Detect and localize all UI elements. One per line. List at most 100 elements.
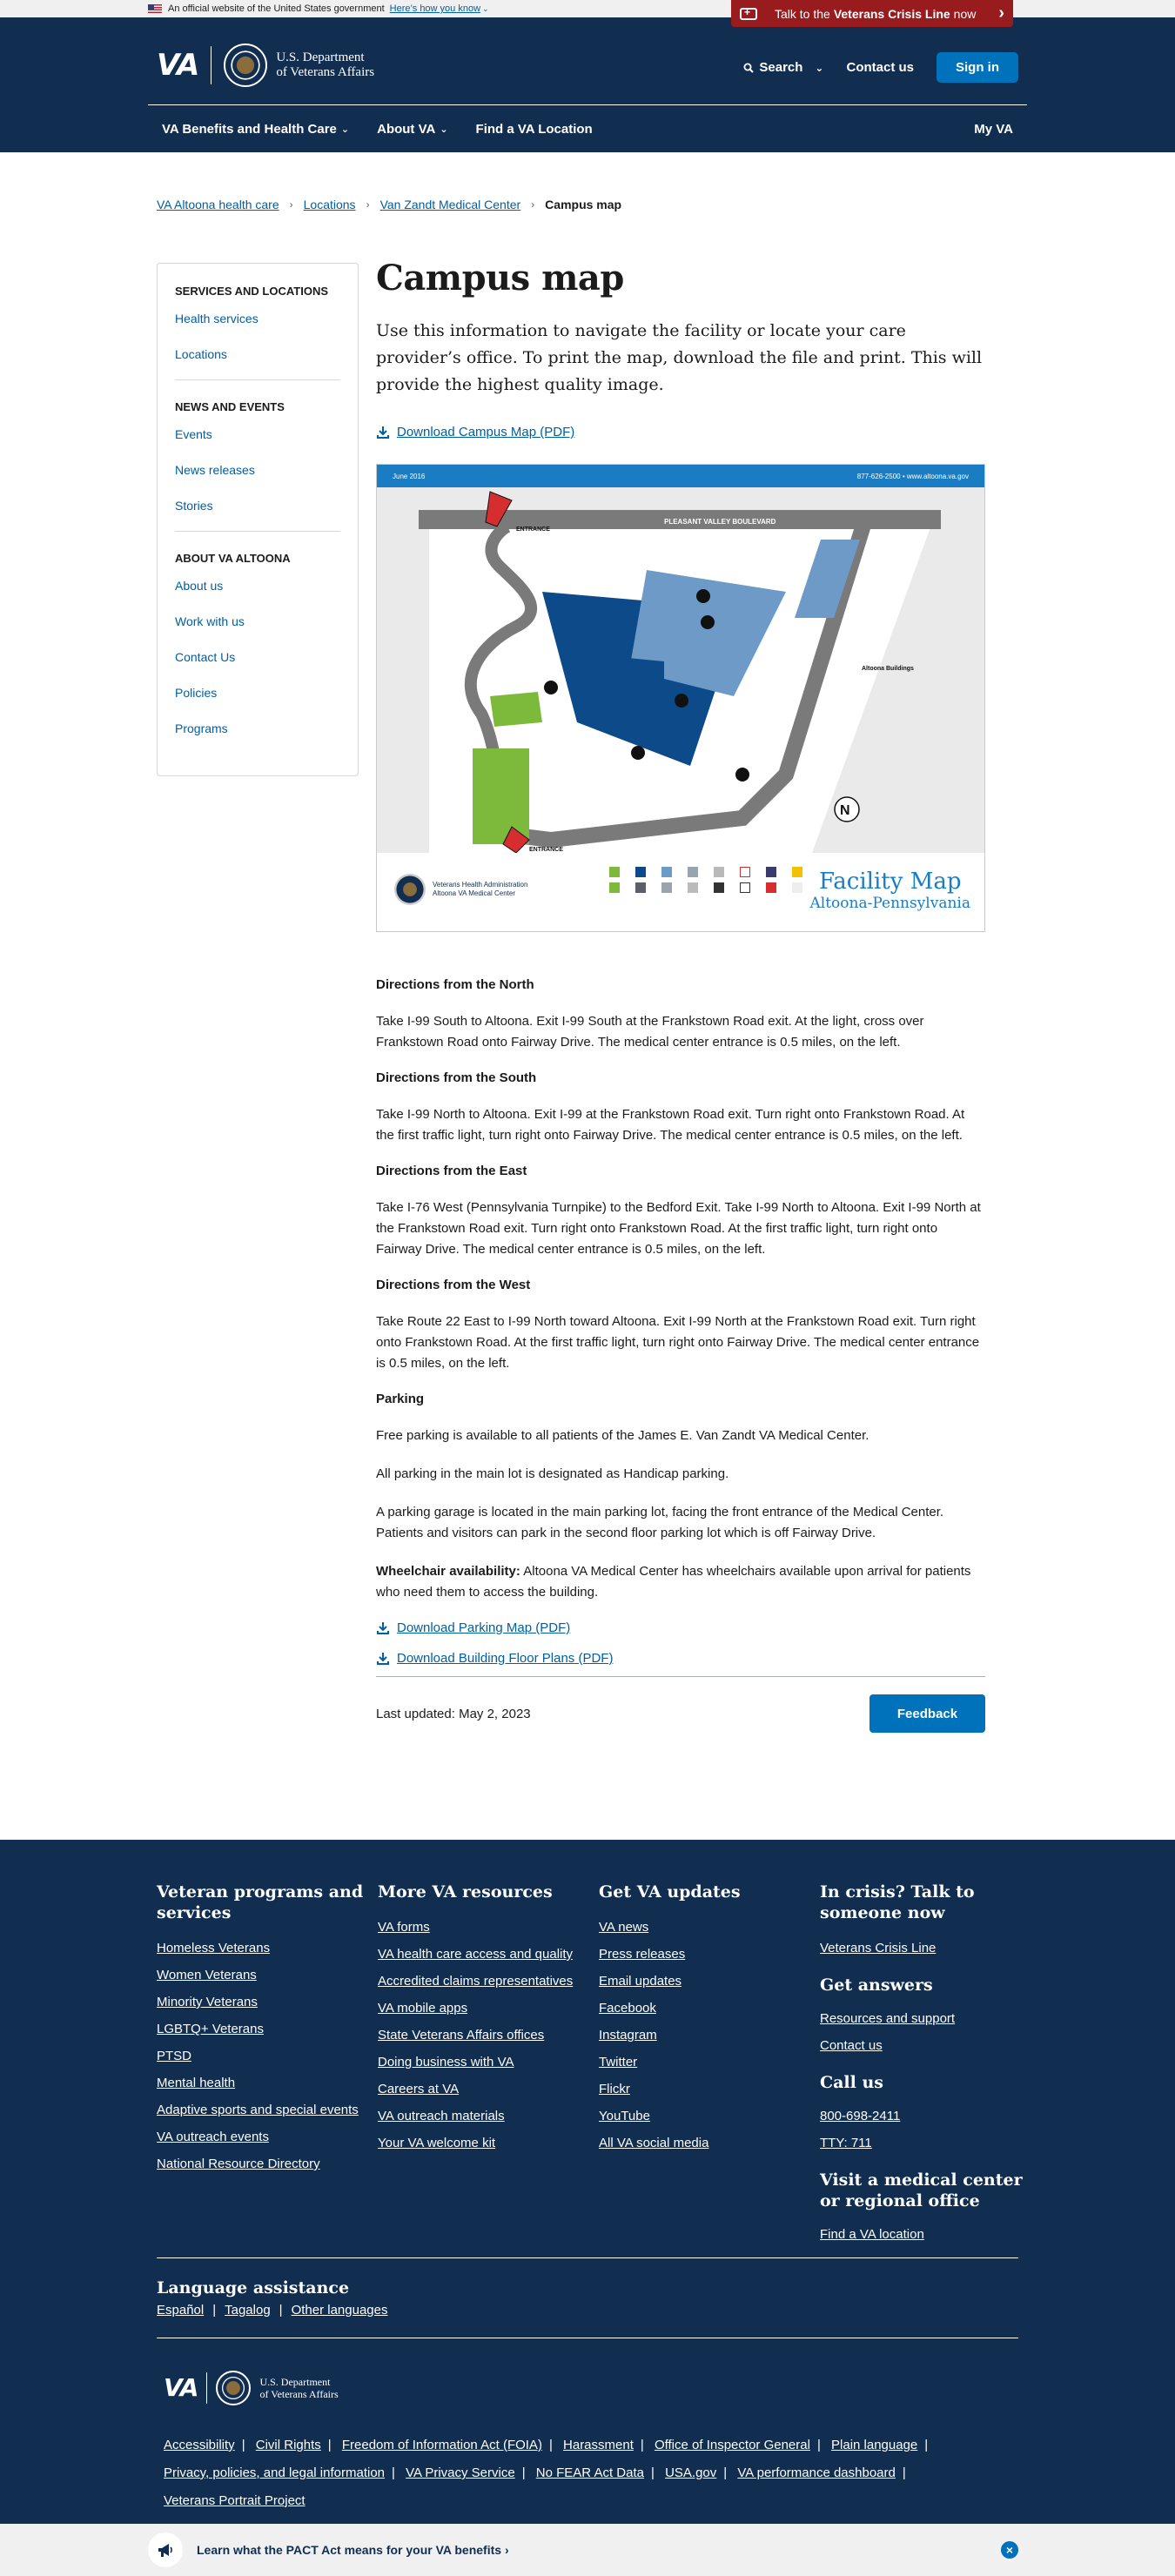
footer-link[interactable]: VA forms [378,1920,587,1935]
sidebar-item-about-us[interactable]: About us [175,579,340,593]
close-icon[interactable]: × [1001,2541,1018,2559]
footer-link[interactable]: Find a VA location [820,2227,1029,2242]
directions-south-heading: Directions from the South [376,1070,537,1085]
footer-link[interactable]: Doing business with VA [378,2055,587,2070]
contact-us-link[interactable]: Contact us [846,60,914,75]
lang-link-tagalog[interactable]: Tagalog [225,2303,271,2318]
footer-link[interactable]: VA health care access and quality [378,1947,587,1962]
footer-link[interactable]: VA mobile apps [378,2001,587,2016]
sidebar-item-contact-us[interactable]: Contact Us [175,650,340,664]
footer-link[interactable]: Careers at VA [378,2082,587,2096]
sidebar-item-health-services[interactable]: Health services [175,312,340,325]
download-parking-map[interactable]: Download Parking Map (PDF) [376,1620,985,1635]
legal-link[interactable]: Freedom of Information Act (FOIA) [342,2438,542,2452]
pact-act-link[interactable]: Learn what the PACT Act means for your V… [197,2543,509,2557]
sidebar-item-work-with-us[interactable]: Work with us [175,614,340,628]
footer-col-programs: Veteran programs and services Homeless V… [157,1882,366,2184]
footer-col-crisis: In crisis? Talk to someone now Veterans … [820,1882,1029,2254]
footer-link[interactable]: All VA social media [599,2136,808,2150]
legal-link[interactable]: Plain language [831,2438,917,2452]
parking-text-1: Free parking is available to all patient… [376,1428,870,1443]
crisis-post: now [953,6,977,21]
download-campus-map-link[interactable]: Download Campus Map (PDF) [397,425,574,439]
nav-about-va[interactable]: About VA ⌄ [363,122,461,137]
footer-link[interactable]: Homeless Veterans [157,1941,366,1955]
footer-link[interactable]: Accredited claims representatives [378,1974,587,1989]
footer-link[interactable]: Minority Veterans [157,1995,366,2009]
legal-link[interactable]: Office of Inspector General [655,2438,810,2452]
sign-in-button[interactable]: Sign in [937,52,1018,83]
download-parking-map-link[interactable]: Download Parking Map (PDF) [397,1620,570,1635]
legal-link[interactable]: Privacy, policies, and legal information [164,2465,385,2480]
footer-link[interactable]: Adaptive sports and special events [157,2103,366,2117]
veterans-crisis-line-button[interactable]: Talk to the Veterans Crisis Line now › [731,0,1013,27]
footer-link[interactable]: Resources and support [820,2011,1029,2026]
sidebar-item-events[interactable]: Events [175,427,340,441]
download-campus-map[interactable]: Download Campus Map (PDF) [376,425,985,439]
footer-link[interactable]: Mental health [157,2076,366,2090]
crisis-pre: Talk to the [775,6,830,21]
directions-section: Directions from the North Take I-99 Sout… [376,977,985,1603]
download-floor-plans[interactable]: Download Building Floor Plans (PDF) [376,1651,985,1666]
footer-link[interactable]: LGBTQ+ Veterans [157,2022,366,2036]
footer-tty-link[interactable]: TTY: 711 [820,2136,1029,2150]
legal-link[interactable]: Civil Rights [256,2438,321,2452]
breadcrumb-altoona[interactable]: VA Altoona health care [157,198,279,211]
main-content: SERVICES AND LOCATIONS Health services L… [148,221,1027,1840]
nav-my-va[interactable]: My VA [960,122,1027,137]
footer-link[interactable]: Instagram [599,2028,808,2043]
legal-link[interactable]: Harassment [563,2438,634,2452]
footer-link[interactable]: State Veterans Affairs offices [378,2028,587,2043]
footer-link[interactable]: YouTube [599,2109,808,2123]
chevron-down-icon: ⌄ [815,61,824,74]
nav-benefits[interactable]: VA Benefits and Health Care ⌄ [148,122,363,137]
legal-link[interactable]: Accessibility [164,2438,235,2452]
footer-link[interactable]: Contact us [820,2038,1029,2053]
footer-link[interactable]: Women Veterans [157,1968,366,1982]
footer-crisis-link[interactable]: Veterans Crisis Line [820,1941,1029,1955]
footer-link[interactable]: VA outreach materials [378,2109,587,2123]
footer-link[interactable]: PTSD [157,2049,366,2063]
nav-find-location[interactable]: Find a VA Location [462,122,607,137]
footer-link[interactable]: National Resource Directory [157,2157,366,2171]
breadcrumb-locations[interactable]: Locations [304,198,356,211]
download-floor-plans-link[interactable]: Download Building Floor Plans (PDF) [397,1651,613,1666]
legal-link[interactable]: Veterans Portrait Project [164,2493,306,2508]
sidebar-item-locations[interactable]: Locations [175,347,340,361]
parking-text-3: A parking garage is located in the main … [376,1505,944,1540]
feedback-button[interactable]: Feedback [870,1694,985,1733]
facility-map-title: Facility Map Altoona-Pennsylvania [809,869,970,912]
sidebar-item-programs[interactable]: Programs [175,721,340,735]
legal-link[interactable]: VA performance dashboard [737,2465,896,2480]
sidebar-heading: NEWS AND EVENTS [175,400,285,413]
footer-link[interactable]: Your VA welcome kit [378,2136,587,2150]
footer-link[interactable]: Press releases [599,1947,808,1962]
breadcrumb-current: Campus map [545,197,622,211]
sidebar-item-policies[interactable]: Policies [175,686,340,700]
breadcrumb-van-zandt[interactable]: Van Zandt Medical Center [380,198,521,211]
how-you-know-link[interactable]: Here’s how you know [390,3,480,14]
footer-link[interactable]: Twitter [599,2055,808,2070]
crisis-line-icon [740,6,757,20]
footer-phone-link[interactable]: 800-698-2411 [820,2109,1029,2123]
footer-col-resources: More VA resources VA forms VA health car… [378,1882,587,2163]
lang-link-espanol[interactable]: Español [157,2303,204,2318]
directions-south-text: Take I-99 North to Altoona. Exit I-99 at… [376,1107,965,1143]
footer-link[interactable]: Facebook [599,2001,808,2016]
footer-link[interactable]: Flickr [599,2082,808,2096]
footer-link[interactable]: Email updates [599,1974,808,1989]
legal-link[interactable]: VA Privacy Service [406,2465,515,2480]
footer-link[interactable]: VA news [599,1920,808,1935]
lang-link-other[interactable]: Other languages [292,2303,388,2318]
search-button[interactable]: Search ⌄ [743,60,823,75]
chevron-right-icon: › [998,3,1004,23]
sidebar-item-news-releases[interactable]: News releases [175,463,340,477]
footer-link[interactable]: VA outreach events [157,2130,366,2144]
legal-link[interactable]: No FEAR Act Data [536,2465,644,2480]
chevron-down-icon: ⌄ [440,124,448,135]
sidebar-item-stories[interactable]: Stories [175,499,340,513]
va-logo[interactable]: VA U.S. Department of Veterans Affairs [157,44,374,87]
legal-link[interactable]: USA.gov [665,2465,716,2480]
breadcrumb-separator-icon: › [289,198,293,211]
footer-va-logo[interactable]: VA U.S. Department of Veterans Affairs [164,2371,339,2405]
